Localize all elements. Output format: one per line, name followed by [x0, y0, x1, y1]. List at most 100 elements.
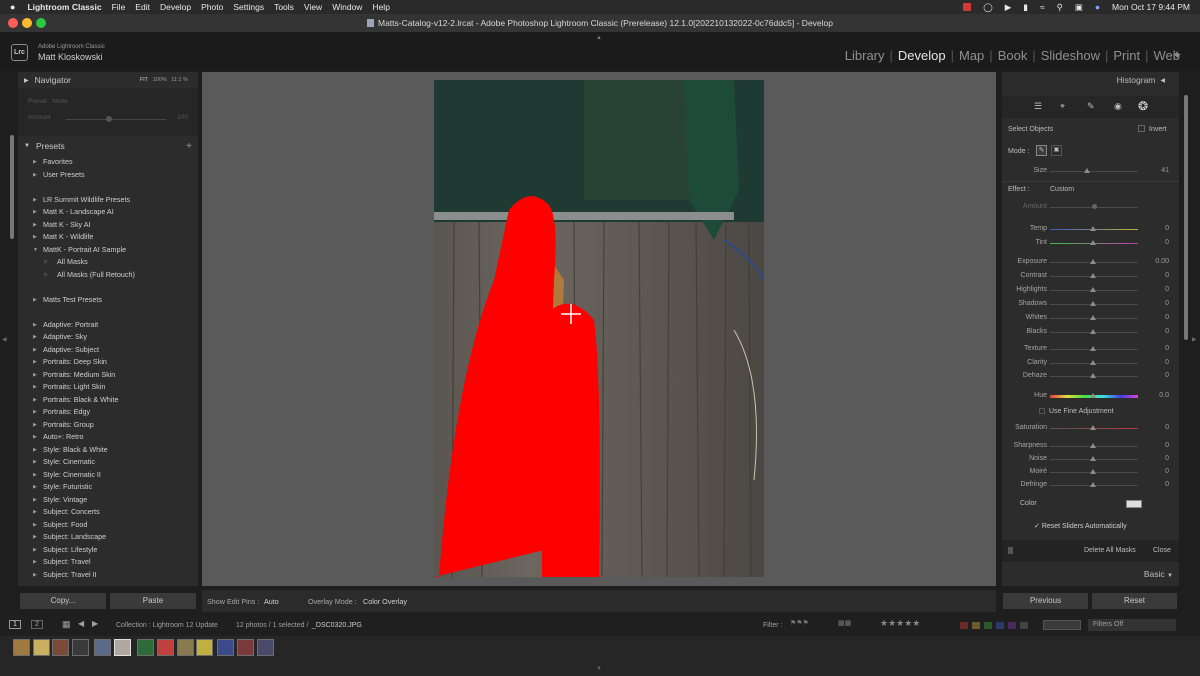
slider-noise[interactable]: Noise 0	[1002, 453, 1179, 465]
preset-group[interactable]: ▶ Portraits: Group	[18, 419, 198, 432]
module-book[interactable]: Book	[998, 48, 1028, 63]
fine-adjust-checkbox[interactable]	[1039, 408, 1045, 414]
slider-whites[interactable]: Whites 0	[1002, 312, 1179, 324]
filmstrip-thumbnail[interactable]	[157, 639, 174, 656]
control-center-icon[interactable]: ▣	[1075, 2, 1083, 13]
filter-preset-toggle[interactable]	[1043, 620, 1081, 630]
slider-value[interactable]: 0.00	[1155, 258, 1169, 265]
slider-value[interactable]: 0	[1165, 359, 1169, 366]
navigator-zoom-options[interactable]: FIT 100% 11:1 %	[140, 77, 188, 83]
color-label-green[interactable]	[984, 622, 992, 629]
wifi-icon[interactable]: ≈	[1040, 2, 1045, 12]
right-panel-toggle-icon[interactable]: ▶	[1192, 336, 1197, 343]
slider-temp[interactable]: Temp 0	[1002, 223, 1179, 235]
share-icon[interactable]: ✦	[1172, 48, 1182, 62]
copy-button[interactable]: Copy...	[20, 593, 106, 609]
forward-arrow-icon[interactable]: ▶	[92, 619, 98, 628]
slider-value[interactable]: 0	[1165, 239, 1169, 246]
menu-settings[interactable]: Settings	[233, 2, 264, 12]
slider-thumb[interactable]	[1090, 273, 1096, 278]
preset-group[interactable]: ▶ Matt K - Wildlife	[18, 231, 198, 244]
slider-thumb[interactable]	[1090, 346, 1096, 351]
slider-tint[interactable]: Tint 0	[1002, 237, 1179, 249]
battery-icon[interactable]: ▮	[1023, 2, 1028, 13]
reset-button[interactable]: Reset	[1092, 593, 1177, 609]
mask-toggle-icon[interactable]	[1008, 547, 1013, 554]
preset-group[interactable]: ▶ Favorites	[18, 156, 198, 169]
preset-group[interactable]: ▶ Portraits: Deep Skin	[18, 356, 198, 369]
size-thumb[interactable]	[1084, 168, 1090, 173]
preset-group[interactable]: ▶ Matt K - Sky AI	[18, 219, 198, 232]
slider-defringe[interactable]: Defringe 0	[1002, 479, 1179, 491]
left-panel-scrollbar[interactable]	[10, 135, 14, 239]
preset-group[interactable]: ▶ Subject: Travel II	[18, 569, 198, 582]
menu-view[interactable]: View	[304, 2, 322, 12]
filmstrip-thumbnail[interactable]	[196, 639, 213, 656]
healing-icon[interactable]: ✎	[1087, 101, 1095, 112]
slider-value[interactable]: 0	[1165, 225, 1169, 232]
menu-help[interactable]: Help	[372, 2, 389, 12]
slider-thumb[interactable]	[1090, 425, 1096, 430]
slider-value[interactable]: 0	[1165, 345, 1169, 352]
module-map[interactable]: Map	[959, 48, 984, 63]
preset-group[interactable]: ▶ Style: Cinematic II	[18, 469, 198, 482]
invert-checkbox[interactable]	[1138, 125, 1145, 132]
slider-blacks[interactable]: Blacks 0	[1002, 326, 1179, 338]
slider-value[interactable]: 0	[1165, 481, 1169, 488]
slider-value[interactable]: 0	[1165, 455, 1169, 462]
left-panel-toggle-icon[interactable]: ◀	[2, 336, 7, 343]
slider-thumb[interactable]	[1090, 259, 1096, 264]
color-label-yellow[interactable]	[972, 622, 980, 629]
filmstrip-thumbnail[interactable]	[114, 639, 131, 656]
preset-group[interactable]: ▶ Subject: Concerts	[18, 506, 198, 519]
slider-texture[interactable]: Texture 0	[1002, 343, 1179, 355]
preset-group[interactable]: ▶ Adaptive: Portrait	[18, 319, 198, 332]
slider-hue[interactable]: Hue 0.0	[1002, 390, 1179, 402]
preset-group[interactable]: ▼ MattK - Portrait AI Sample	[18, 244, 198, 257]
navigator-header[interactable]: ▶ Navigator FIT 100% 11:1 %	[18, 72, 198, 88]
slider-thumb[interactable]	[1090, 393, 1096, 398]
creative-cloud-icon[interactable]: ◯	[983, 2, 993, 13]
slider-highlights[interactable]: Highlights 0	[1002, 284, 1179, 296]
rating-filter-stars[interactable]: ★★★★★	[880, 618, 920, 629]
spotlight-search-icon[interactable]: ⚲	[1057, 2, 1063, 13]
flag-filter-icons[interactable]: ⚑⚑⚑	[790, 619, 809, 627]
slider-shadows[interactable]: Shadows 0	[1002, 298, 1179, 310]
color-label-blue[interactable]	[996, 622, 1004, 629]
right-panel-scrollbar[interactable]	[1184, 95, 1188, 340]
add-preset-icon[interactable]: +	[186, 141, 192, 152]
edit-filter-icons[interactable]: ▦▦	[838, 619, 851, 627]
apple-menu-icon[interactable]: ●	[10, 2, 15, 12]
basic-header[interactable]: Basic ▼	[1002, 566, 1179, 582]
preset-amount-thumb[interactable]	[106, 116, 112, 122]
overlay-mode-select[interactable]: Color Overlay	[363, 597, 407, 606]
size-slider[interactable]: Size 41	[1002, 165, 1179, 177]
histogram-header[interactable]: Histogram ◀	[1002, 72, 1179, 88]
slider-thumb[interactable]	[1090, 443, 1096, 448]
zoom-100[interactable]: 100%	[153, 77, 167, 83]
slider-sharpness[interactable]: Sharpness 0	[1002, 440, 1179, 452]
color-label-none[interactable]	[1020, 622, 1028, 629]
preset-group[interactable]: ▶ Style: Black & White	[18, 444, 198, 457]
collapse-bottom-icon[interactable]: ▼	[596, 666, 602, 672]
menu-tools[interactable]: Tools	[274, 2, 294, 12]
filmstrip-thumbnail[interactable]	[33, 639, 50, 656]
menu-develop[interactable]: Develop	[160, 2, 191, 12]
rect-mode-icon[interactable]: ▣	[1051, 145, 1062, 156]
slider-saturation[interactable]: Saturation 0	[1002, 422, 1179, 434]
slider-value[interactable]: 0	[1165, 468, 1169, 475]
preset-amount-slider[interactable]	[66, 119, 166, 120]
siri-icon[interactable]: ●	[1095, 2, 1100, 12]
filmstrip-thumbnail[interactable]	[137, 639, 154, 656]
collapse-top-icon[interactable]: ▲	[596, 35, 602, 41]
zoom-ratio[interactable]: 11:1 %	[171, 77, 188, 83]
menu-file[interactable]: File	[112, 2, 126, 12]
slider-value[interactable]: 0.0	[1159, 392, 1169, 399]
screen-1-button[interactable]: 1	[9, 620, 21, 629]
preset-group[interactable]: ▶ LR Summit Wildlife Presets	[18, 194, 198, 207]
menubar-clock[interactable]: Mon Oct 17 9:44 PM	[1112, 2, 1190, 12]
color-label-red[interactable]	[960, 622, 968, 629]
preset-group[interactable]: ▶ Adaptive: Subject	[18, 344, 198, 357]
filters-off-select[interactable]: Filters Off	[1088, 619, 1176, 631]
preset-group[interactable]: ▶ Style: Cinematic	[18, 456, 198, 469]
